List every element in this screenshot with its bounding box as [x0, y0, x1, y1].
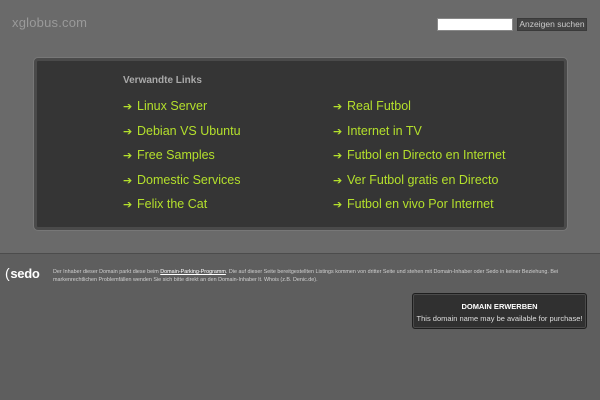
related-link[interactable]: ➔ Real Futbol: [333, 97, 505, 122]
related-link[interactable]: ➔ Ver Futbol gratis en Directo: [333, 171, 505, 196]
related-link-label: Internet in TV: [347, 123, 422, 138]
search-button[interactable]: Anzeigen suchen: [517, 18, 587, 31]
arrow-right-icon: ➔: [333, 101, 343, 113]
related-link-label: Real Futbol: [347, 99, 411, 113]
disclaimer-text: Der Inhaber dieser Domain parkt diese be…: [53, 268, 593, 285]
search-input[interactable]: [437, 18, 513, 31]
sedo-swoosh-icon: (: [5, 265, 10, 281]
related-link-label: Domestic Services: [137, 172, 241, 187]
related-link-label: Ver Futbol gratis en Directo: [347, 172, 499, 187]
arrow-right-icon: ➔: [333, 174, 343, 187]
related-link-label: Felix the Cat: [137, 197, 208, 212]
buy-domain-subtitle: This domain name may be available for pu…: [416, 314, 583, 323]
related-link[interactable]: ➔ Domestic Services: [123, 171, 241, 196]
related-link[interactable]: ➔ Free Samples: [123, 146, 241, 171]
disclaimer-part: Der Inhaber dieser Domain parkt diese be…: [53, 269, 161, 275]
arrow-right-icon: ➔: [333, 125, 343, 138]
related-link-label: Futbol en Directo en Internet: [347, 148, 506, 163]
related-link[interactable]: ➔ Debian VS Ubuntu: [123, 122, 241, 147]
arrow-right-icon: ➔: [123, 125, 133, 138]
related-link[interactable]: ➔ Felix the Cat: [123, 195, 241, 220]
related-link[interactable]: ➔ Futbol en vivo Por Internet: [333, 195, 505, 220]
arrow-right-icon: ➔: [123, 150, 133, 163]
arrow-right-icon: ➔: [123, 101, 133, 113]
domain-parking-link[interactable]: Domain-Parking-Programm: [160, 269, 226, 275]
sedo-logo-text: sedo: [10, 266, 40, 281]
related-link[interactable]: ➔ Internet in TV: [333, 122, 505, 147]
related-links-panel: Verwandte Links ➔ Linux Server ➔ Debian VS…: [34, 58, 567, 230]
arrow-right-icon: ➔: [123, 174, 133, 187]
sedo-logo[interactable]: (sedo: [5, 265, 47, 285]
site-title: xglobus.com: [12, 15, 88, 30]
top-section: xglobus.com Anzeigen suchen Verwandte Li…: [0, 0, 600, 254]
arrow-right-icon: ➔: [333, 199, 343, 212]
arrow-right-icon: ➔: [123, 199, 133, 212]
related-link-label: Debian VS Ubuntu: [137, 123, 241, 138]
related-link[interactable]: ➔ Futbol en Directo en Internet: [333, 146, 505, 171]
related-link-label: Futbol en vivo Por Internet: [347, 197, 494, 212]
buy-domain-box[interactable]: DOMAIN ERWERBEN This domain name may be …: [412, 293, 587, 329]
related-link[interactable]: ➔ Linux Server: [123, 97, 241, 122]
links-heading: Verwandte Links: [123, 75, 202, 86]
related-link-label: Linux Server: [137, 99, 208, 113]
arrow-right-icon: ➔: [333, 150, 343, 163]
buy-domain-title: DOMAIN ERWERBEN: [461, 302, 538, 311]
related-link-label: Free Samples: [137, 148, 215, 163]
links-column-right: ➔ Real Futbol ➔ Internet in TV ➔ Futbol en …: [333, 97, 505, 220]
links-column-left: ➔ Linux Server ➔ Debian VS Ubuntu ➔ Free Sa…: [123, 97, 241, 220]
